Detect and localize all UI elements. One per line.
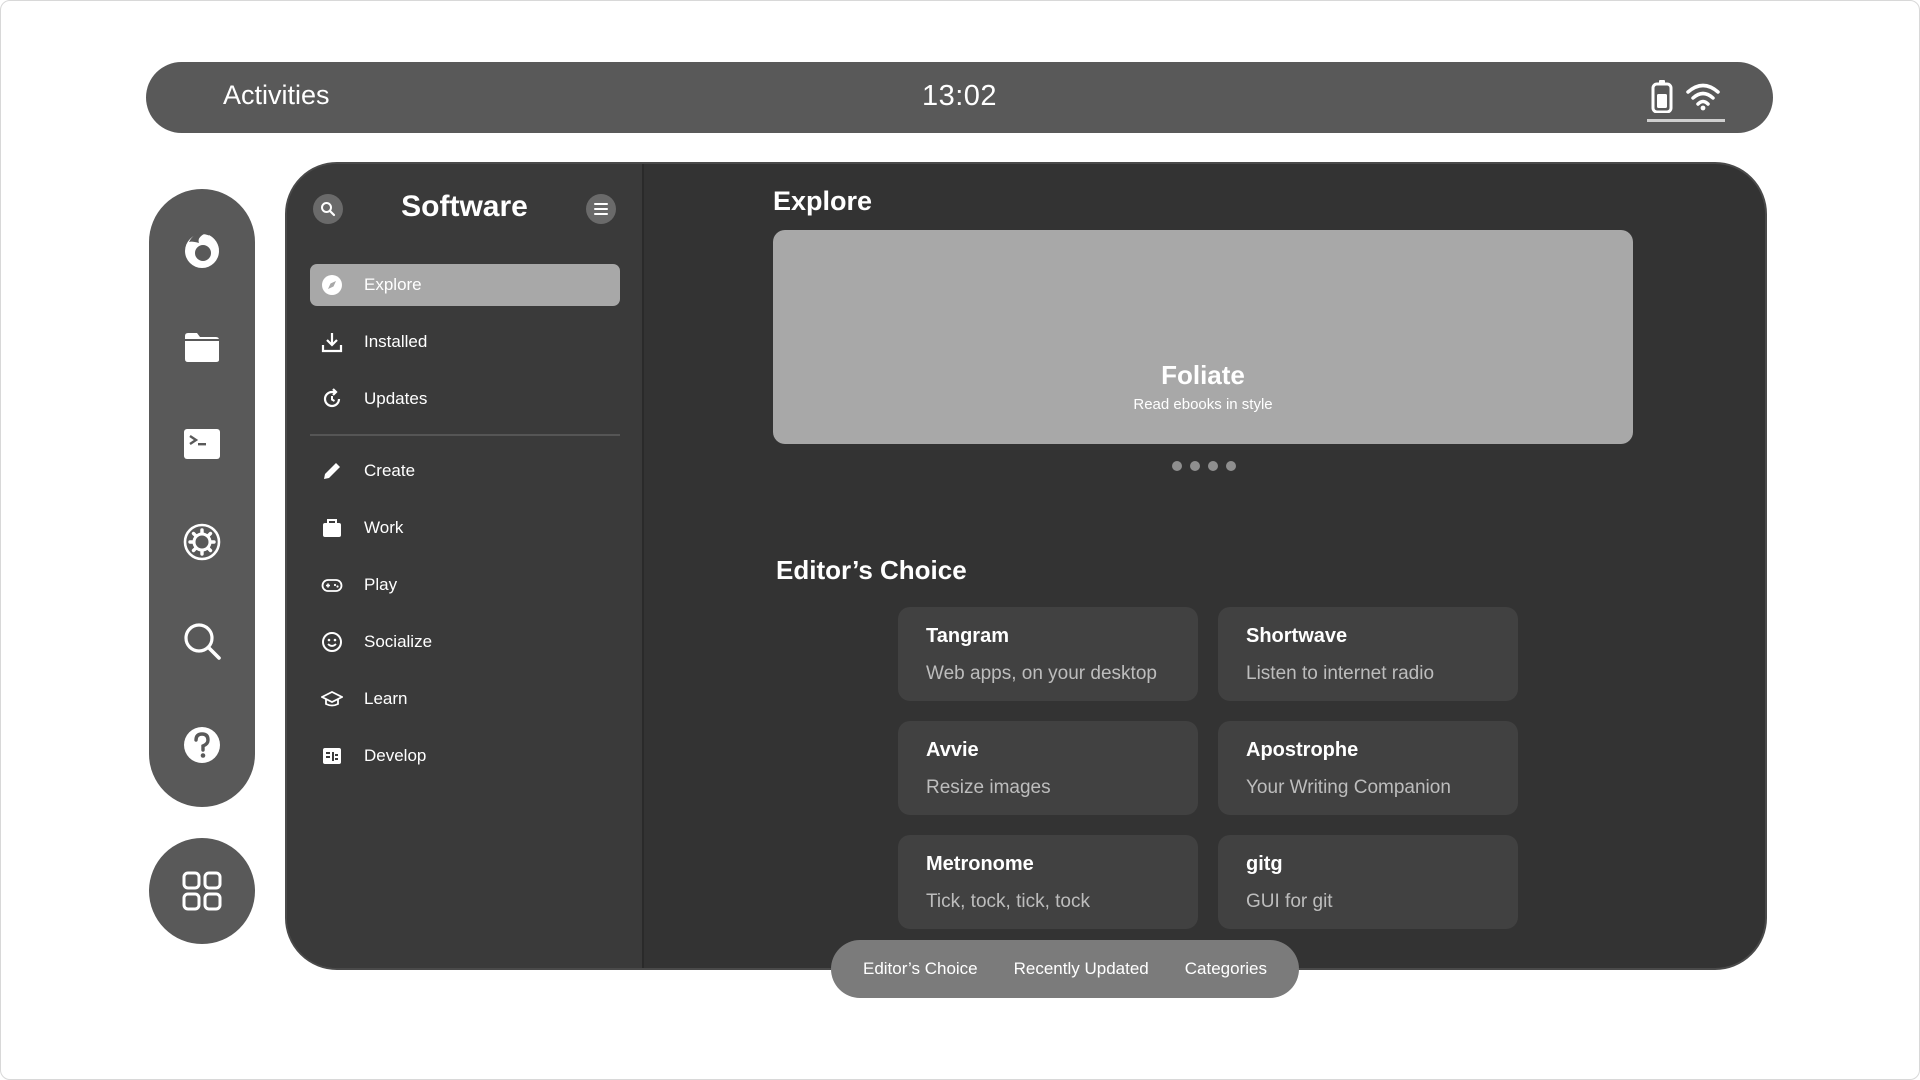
app-name: Shortwave xyxy=(1246,625,1348,647)
sidebar-item-label: Develop xyxy=(364,746,427,765)
app-card[interactable]: gitg GUI for git xyxy=(1218,835,1518,929)
main-menu-button[interactable] xyxy=(586,194,616,224)
featured-banner[interactable]: Foliate Read ebooks in style xyxy=(773,230,1633,444)
dock-item-search[interactable] xyxy=(172,611,232,671)
sidebar-item-updates[interactable]: Updates xyxy=(310,378,620,420)
gamepad-icon xyxy=(320,573,344,597)
refresh-icon xyxy=(320,387,344,411)
sidebar-item-label: Installed xyxy=(364,332,428,351)
view-switcher: Editor’s Choice Recently Updated Categor… xyxy=(831,940,1299,998)
dock-item-help[interactable] xyxy=(172,715,232,775)
sidebar-item-socialize[interactable]: Socialize xyxy=(310,621,620,663)
activities-button[interactable]: Activities xyxy=(223,80,330,111)
dock xyxy=(149,189,255,807)
sidebar-item-label: Play xyxy=(364,575,398,594)
app-name: Tangram xyxy=(926,625,1009,647)
sidebar-item-label: Explore xyxy=(364,275,422,294)
terminal-icon xyxy=(184,429,220,459)
sidebar-item-installed[interactable]: Installed xyxy=(310,321,620,363)
app-description: Tick, tock, tick, tock xyxy=(926,891,1090,912)
dock-item-files[interactable] xyxy=(172,317,232,377)
search-icon xyxy=(184,623,221,660)
sidebar-item-explore[interactable]: Explore xyxy=(310,264,620,306)
sidebar-item-develop[interactable]: Develop xyxy=(310,735,620,777)
app-card[interactable]: Tangram Web apps, on your desktop xyxy=(898,607,1198,701)
dock-item-settings[interactable] xyxy=(172,512,232,572)
page-title: Explore xyxy=(773,186,873,216)
app-card[interactable]: Avvie Resize images xyxy=(898,721,1198,815)
app-description: GUI for git xyxy=(1246,891,1333,912)
software-window: Software Explore Installed Updates Creat… xyxy=(285,162,1767,970)
app-name: gitg xyxy=(1246,853,1283,875)
sidebar-item-play[interactable]: Play xyxy=(310,564,620,606)
sidebar-divider xyxy=(310,434,620,436)
carousel-dot[interactable] xyxy=(1190,461,1200,471)
dock-item-firefox[interactable] xyxy=(172,220,232,280)
carousel-dot[interactable] xyxy=(1172,461,1182,471)
firefox-icon xyxy=(185,233,219,268)
battery-icon xyxy=(1651,79,1673,113)
briefcase-icon xyxy=(320,516,344,540)
app-grid-icon xyxy=(182,871,222,911)
app-card[interactable]: Metronome Tick, tock, tick, tock xyxy=(898,835,1198,929)
settings-icon xyxy=(183,523,221,561)
smiley-icon xyxy=(320,630,344,654)
app-description: Listen to internet radio xyxy=(1246,663,1435,684)
sidebar: Software Explore Installed Updates Creat… xyxy=(287,164,644,968)
dock-item-terminal[interactable] xyxy=(172,414,232,474)
app-description: Resize images xyxy=(926,777,1051,798)
sidebar-item-label: Create xyxy=(364,461,416,480)
sidebar-item-create[interactable]: Create xyxy=(310,450,620,492)
carousel-indicator xyxy=(1172,461,1236,471)
app-name: Avvie xyxy=(926,739,979,761)
tab-editors-choice[interactable]: Editor’s Choice xyxy=(859,953,982,985)
pencil-icon xyxy=(320,459,344,483)
carousel-dot[interactable] xyxy=(1226,461,1236,471)
app-name: Metronome xyxy=(926,853,1034,875)
show-apps-button[interactable] xyxy=(149,838,255,944)
carousel-dot[interactable] xyxy=(1208,461,1218,471)
sidebar-item-learn[interactable]: Learn xyxy=(310,678,620,720)
graduation-cap-icon xyxy=(320,687,344,711)
help-icon xyxy=(184,727,220,763)
tab-recently-updated[interactable]: Recently Updated xyxy=(1010,953,1153,985)
app-description: Your Writing Companion xyxy=(1246,777,1451,798)
section-title: Editor’s Choice xyxy=(776,555,967,585)
tab-categories[interactable]: Categories xyxy=(1181,953,1271,985)
app-card[interactable]: Shortwave Listen to internet radio xyxy=(1218,607,1518,701)
sidebar-item-label: Updates xyxy=(364,389,428,408)
sidebar-item-work[interactable]: Work xyxy=(310,507,620,549)
app-name: Apostrophe xyxy=(1246,739,1359,761)
top-bar: Activities 13:02 xyxy=(146,62,1773,133)
download-icon xyxy=(320,330,344,354)
app-description: Web apps, on your desktop xyxy=(926,663,1157,684)
sidebar-item-label: Learn xyxy=(364,689,408,708)
featured-app-description: Read ebooks in style xyxy=(1133,396,1273,413)
compass-icon xyxy=(320,273,344,297)
featured-app-name: Foliate xyxy=(1161,360,1245,390)
wifi-icon xyxy=(1686,83,1720,110)
app-card[interactable]: Apostrophe Your Writing Companion xyxy=(1218,721,1518,815)
system-tray[interactable] xyxy=(1647,76,1725,122)
clock[interactable]: 13:02 xyxy=(146,80,1773,113)
sidebar-item-label: Socialize xyxy=(364,632,433,651)
sidebar-item-label: Work xyxy=(364,518,404,537)
files-icon xyxy=(185,333,219,362)
hamburger-icon xyxy=(594,203,608,215)
code-icon xyxy=(320,744,344,768)
